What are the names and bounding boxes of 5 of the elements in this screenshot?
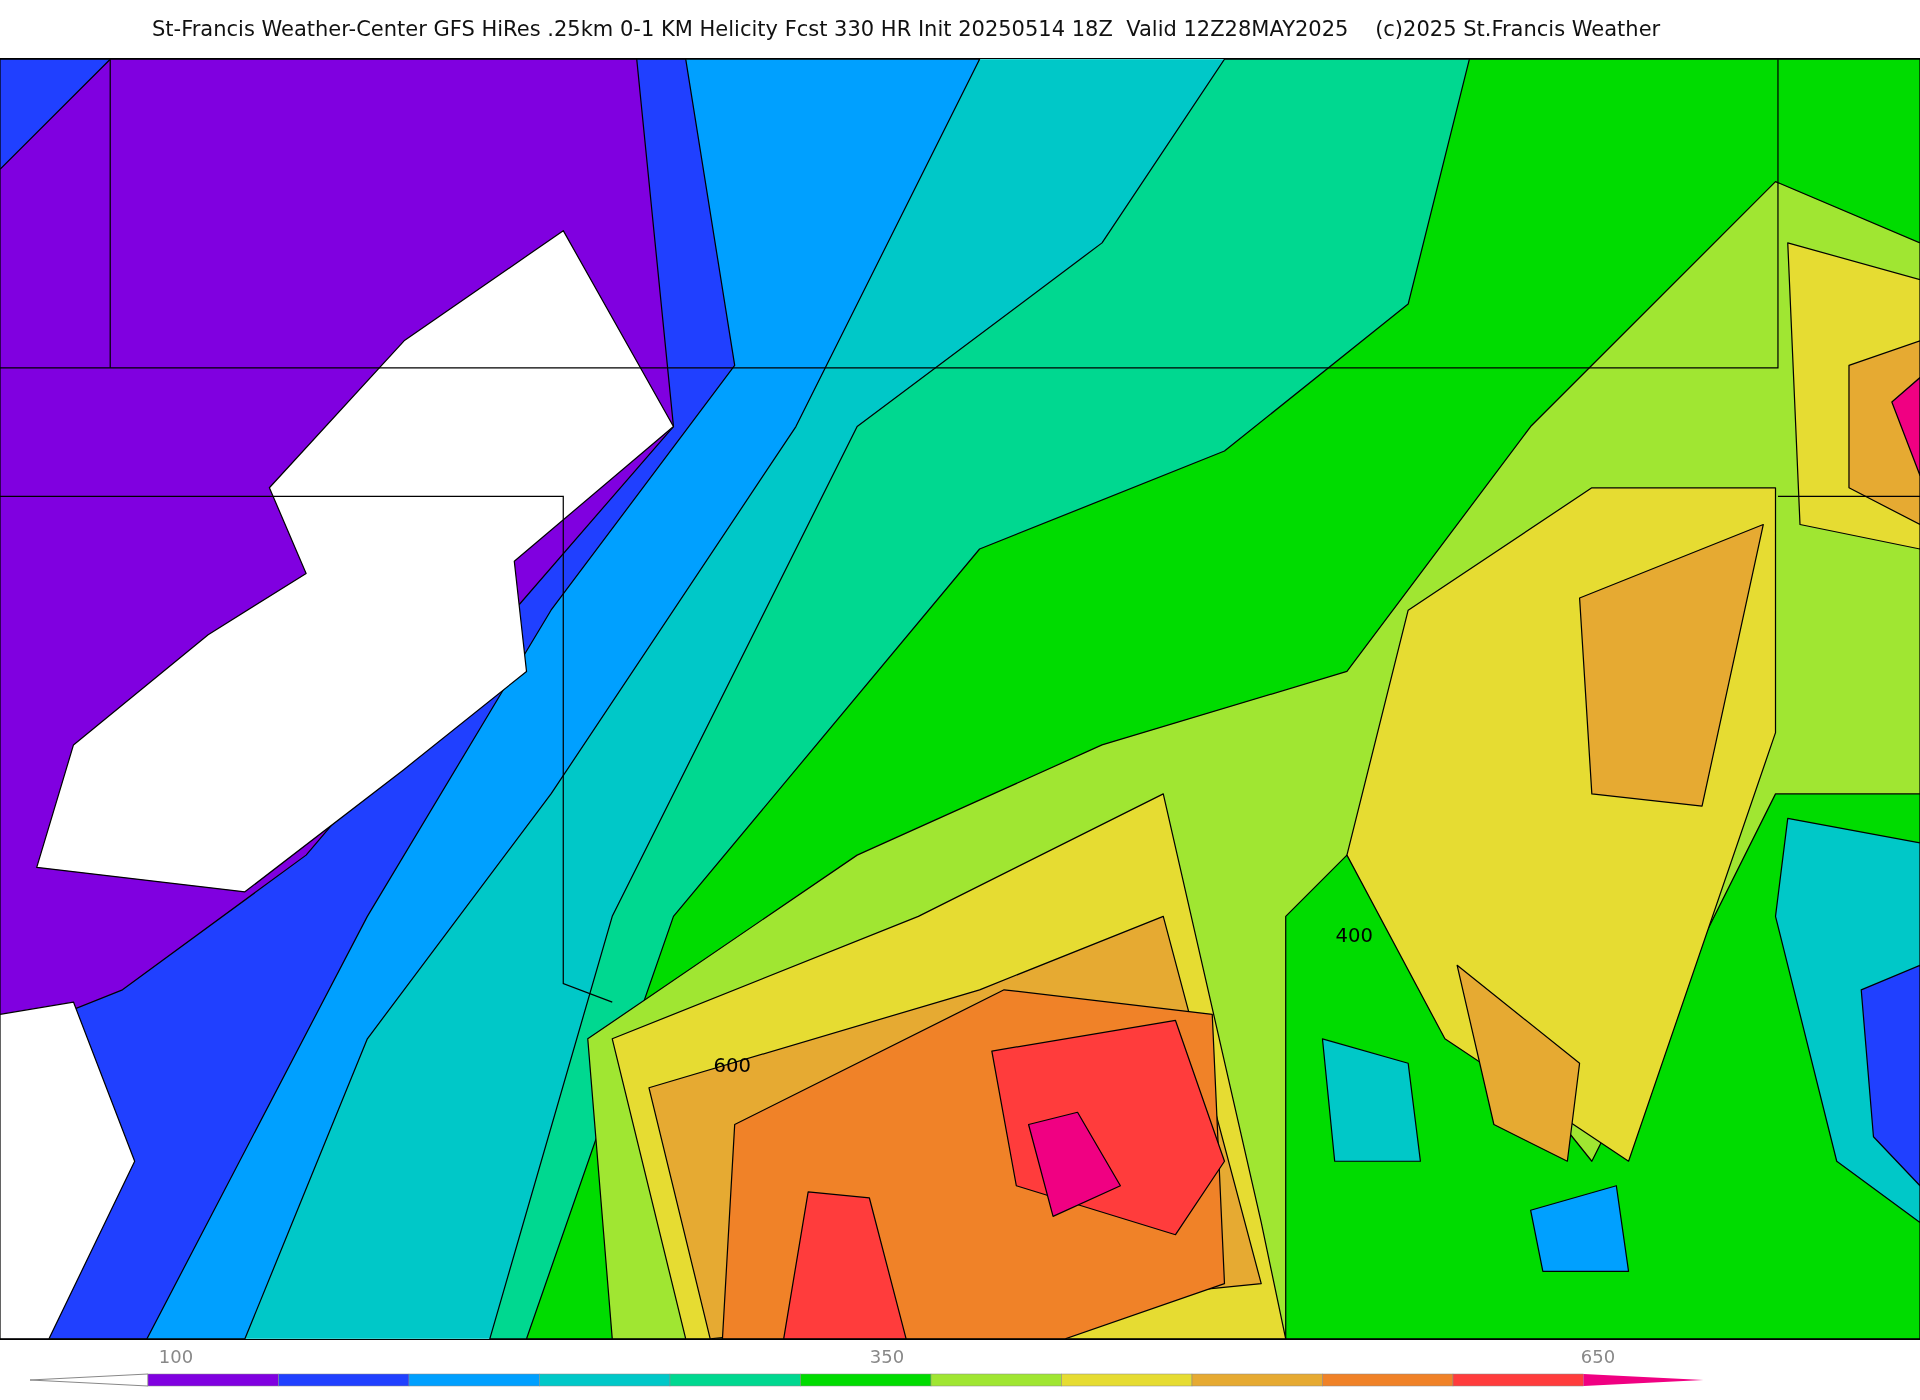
contour-label: 400	[1335, 924, 1373, 948]
colorbar-label: 100	[158, 1346, 194, 1367]
colorbar-label: 350	[869, 1346, 905, 1367]
chart-title: St-Francis Weather-Center GFS HiRes .25km 0-1 KM Helicity Fcst 330 HR Init 20250514 18Z Valid 12Z28MAY2025 (c)2025 St.Francis Weather	[152, 17, 1661, 41]
colorbar-label: 650	[1580, 1346, 1616, 1367]
